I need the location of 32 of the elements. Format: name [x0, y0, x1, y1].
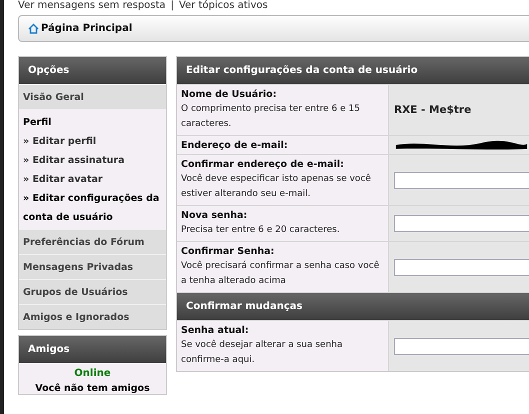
field-hint: Se você desejar alterar a sua senha confirme-a aqui.: [181, 338, 344, 367]
input-field[interactable]: [394, 215, 529, 232]
field-hint: Precisa ter entre 6 e 20 caracteres.: [181, 224, 341, 237]
sidebar-subitem[interactable]: » Editar perfil: [23, 132, 162, 151]
field-label: Confirmar endereço de e-mail:: [181, 159, 345, 170]
online-label: Online: [74, 368, 111, 379]
field-hint: Você deve especificar isto apenas se você estiver alterando seu e-mail.: [181, 172, 372, 201]
friends-header: Amigos: [19, 336, 166, 363]
field-label: Senha atual:: [181, 325, 250, 336]
separator: |: [170, 0, 174, 12]
friends-message: Você não tem amigos: [35, 383, 150, 394]
input-field[interactable]: [394, 258, 529, 276]
breadcrumb-link[interactable]: Página Principal: [41, 23, 132, 34]
username-value: RXE - Me$tre: [394, 104, 472, 116]
section-header: Confirmar mudanças: [177, 292, 529, 320]
sidebar-item[interactable]: Perfil: [23, 113, 162, 132]
section-header: Editar configurações da conta de usuário: [177, 57, 529, 84]
top-link[interactable]: Ver tópicos ativos: [178, 0, 268, 12]
sidebar-header: Opções: [19, 57, 166, 84]
sidebar-subitem[interactable]: » Editar configurações da conta de usuário: [23, 189, 162, 227]
field-hint: O comprimento precisa ter entre 6 e 15 caracteres.: [181, 103, 361, 131]
field-label: Confirmar Senha:: [181, 246, 276, 257]
input-field[interactable]: [394, 172, 529, 188]
field-label: Nome de Usuário:: [181, 89, 278, 100]
field-label: Endereço de e-mail:: [181, 140, 289, 151]
field-label: Nova senha:: [181, 210, 248, 221]
top-link[interactable]: Ver mensagens sem resposta: [18, 0, 166, 12]
sidebar-subitem[interactable]: » Editar avatar: [23, 170, 162, 189]
sidebar-subitem[interactable]: » Editar assinatura: [23, 151, 162, 170]
input-field[interactable]: [394, 338, 529, 354]
field-hint: Você precisará confirmar a senha caso você a tenha alterado acima: [181, 260, 380, 288]
home-icon: [28, 23, 39, 34]
